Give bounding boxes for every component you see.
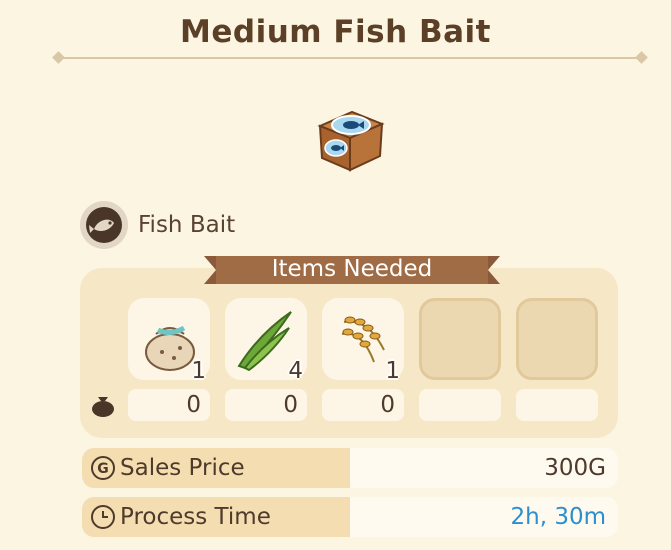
owned-quantity: 0 bbox=[322, 389, 404, 421]
ingredient-slot-4-empty bbox=[419, 298, 501, 380]
process-time-label: Process Time bbox=[120, 504, 271, 530]
process-time-row: Process Time 2h, 30m bbox=[82, 497, 618, 537]
bag-icon bbox=[92, 397, 114, 417]
item-title: Medium Fish Bait bbox=[180, 14, 491, 50]
sales-price-row: G Sales Price 300G bbox=[82, 448, 618, 488]
fish-bait-box-icon bbox=[317, 110, 385, 172]
clock-icon bbox=[91, 505, 115, 529]
fish-category-icon bbox=[80, 201, 128, 249]
svg-text:G: G bbox=[97, 461, 109, 477]
title-divider bbox=[52, 51, 648, 64]
required-quantity: 1 bbox=[385, 358, 400, 384]
ingredient-slot-2[interactable]: 4 bbox=[225, 298, 307, 384]
ingredient-slot-3[interactable]: 1 bbox=[322, 298, 404, 384]
owned-quantity: 0 bbox=[225, 389, 307, 421]
items-needed-header: Items Needed bbox=[271, 256, 433, 282]
owned-quantity-empty bbox=[516, 389, 598, 421]
owned-quantity-empty bbox=[419, 389, 501, 421]
required-quantity: 4 bbox=[288, 358, 303, 384]
sales-price-value: 300G bbox=[544, 455, 606, 481]
category-label: Fish Bait bbox=[138, 212, 236, 238]
ingredient-slot-1[interactable]: 1 bbox=[128, 298, 210, 384]
gold-coin-icon: G bbox=[91, 456, 115, 480]
sales-price-label: Sales Price bbox=[120, 455, 245, 481]
category-row: Fish Bait bbox=[80, 201, 236, 249]
ingredient-slot-5-empty bbox=[516, 298, 598, 380]
required-quantity: 1 bbox=[191, 358, 206, 384]
process-time-value: 2h, 30m bbox=[510, 504, 606, 530]
owned-quantity: 0 bbox=[128, 389, 210, 421]
